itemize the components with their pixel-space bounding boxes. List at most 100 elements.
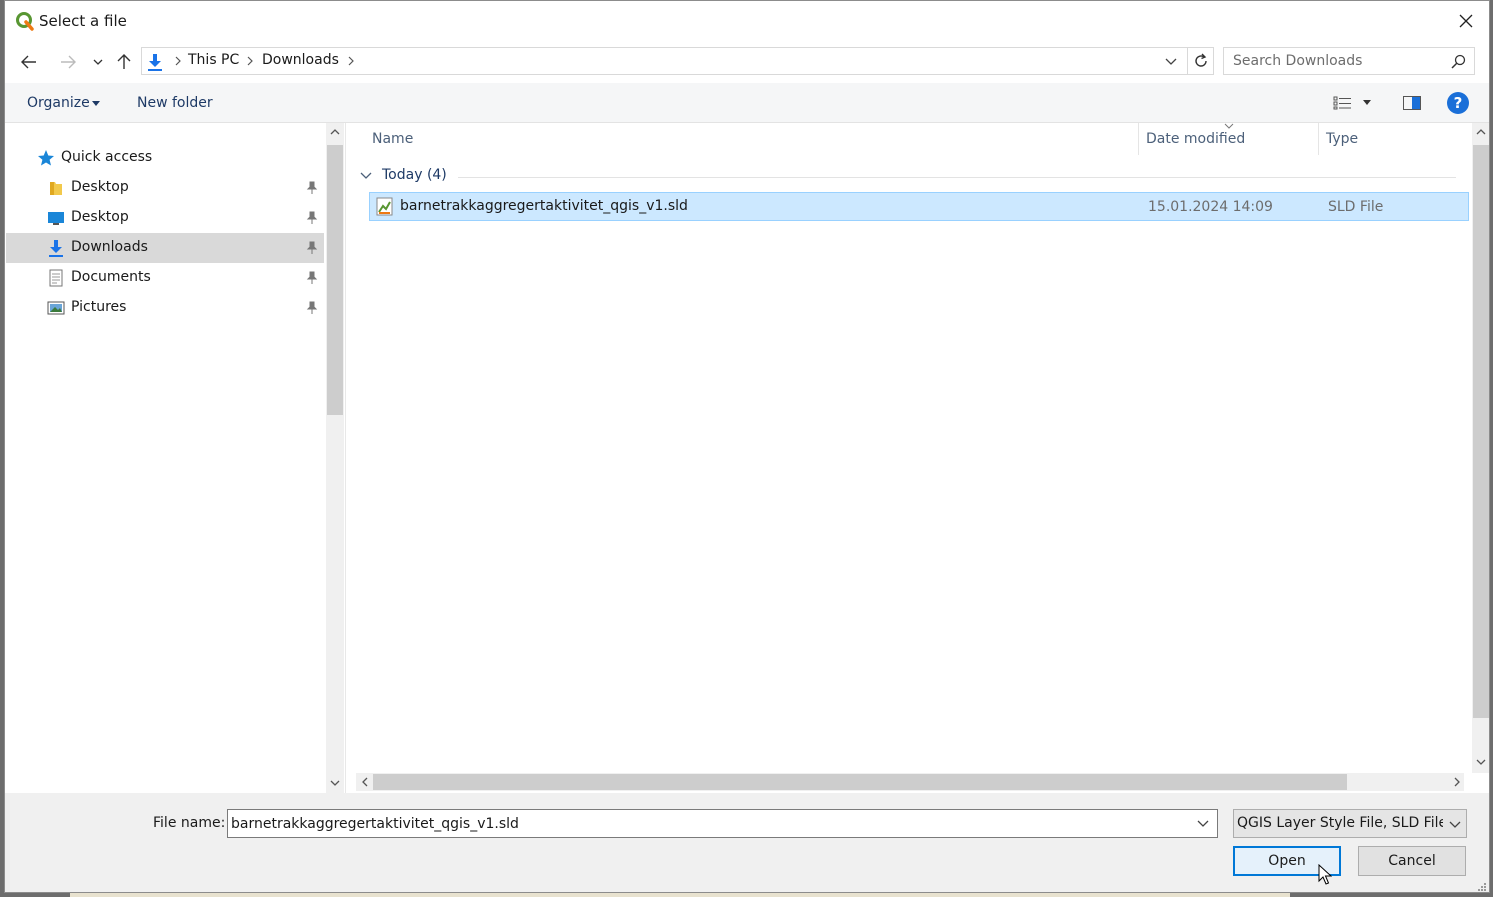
- navigation-bar: This PC Downloads Search Downloads: [5, 41, 1489, 83]
- up-arrow-icon: [117, 54, 131, 69]
- file-list-vertical-scrollbar[interactable]: [1472, 123, 1489, 773]
- chevron-down-icon: [1165, 58, 1177, 65]
- forward-button[interactable]: [57, 51, 79, 73]
- sidebar-item-label: Desktop: [71, 179, 129, 195]
- preview-pane-button[interactable]: [1403, 92, 1421, 114]
- search-placeholder: Search Downloads: [1233, 53, 1363, 69]
- recent-locations-button[interactable]: [87, 51, 109, 73]
- chevron-left-icon: [361, 777, 367, 786]
- file-name-input[interactable]: [227, 809, 1218, 838]
- scroll-up-button[interactable]: [1472, 123, 1489, 140]
- column-header-name[interactable]: Name: [372, 131, 413, 147]
- pin-icon[interactable]: [306, 301, 318, 315]
- scroll-right-button[interactable]: [1448, 773, 1465, 790]
- group-header-today[interactable]: Today (4): [356, 167, 1456, 187]
- list-view-icon: [1333, 96, 1351, 110]
- up-button[interactable]: [113, 51, 135, 73]
- sidebar-item-desktop[interactable]: Desktop: [6, 203, 324, 233]
- close-button[interactable]: [1443, 1, 1489, 41]
- breadcrumb-chevron-icon: [247, 56, 253, 66]
- scroll-up-button[interactable]: [326, 123, 343, 140]
- scroll-thumb[interactable]: [327, 145, 343, 415]
- back-arrow-icon: [21, 55, 36, 69]
- sidebar-item-quick-access[interactable]: Quick access: [6, 143, 324, 173]
- file-name-dropdown-button[interactable]: [1195, 815, 1211, 831]
- command-bar: Organize New folder ?: [5, 83, 1489, 123]
- sidebar-scrollbar[interactable]: [326, 123, 344, 793]
- file-date-cell: 15.01.2024 14:09: [1148, 199, 1273, 215]
- chevron-down-icon: [1197, 820, 1209, 827]
- address-bar[interactable]: This PC Downloads: [141, 47, 1214, 75]
- cancel-button[interactable]: Cancel: [1358, 846, 1466, 876]
- sidebar-item-pictures[interactable]: Pictures: [6, 293, 324, 323]
- breadcrumb-this-pc[interactable]: This PC: [188, 52, 239, 68]
- sidebar-item-label: Downloads: [71, 239, 148, 255]
- resize-grip-icon[interactable]: [1477, 882, 1487, 892]
- dialog-footer: File name: QGIS Layer Style File, SLD Fi…: [5, 793, 1489, 892]
- desktop-icon: [48, 212, 64, 225]
- refresh-button[interactable]: [1187, 48, 1213, 74]
- sld-file-icon: [376, 197, 393, 216]
- sidebar-item-desktop-folder[interactable]: Desktop: [6, 173, 324, 203]
- pictures-icon: [47, 301, 65, 315]
- breadcrumb-chevron-icon: [175, 56, 181, 66]
- download-icon: [148, 54, 162, 71]
- scroll-down-button[interactable]: [1472, 753, 1489, 770]
- column-divider[interactable]: [1138, 123, 1139, 155]
- file-type-cell: SLD File: [1328, 199, 1384, 215]
- folder-icon: [50, 182, 62, 195]
- document-icon: [49, 269, 63, 287]
- back-button[interactable]: [18, 51, 40, 73]
- scroll-thumb[interactable]: [1473, 145, 1489, 718]
- file-list-pane: Name Date modified Type Today (4) barnet…: [345, 123, 1489, 793]
- file-dialog: Select a file This PC Downloads Search D…: [4, 0, 1490, 893]
- qgis-icon: [16, 12, 34, 31]
- help-icon[interactable]: ?: [1447, 92, 1469, 114]
- caret-down-icon: [1363, 100, 1371, 105]
- breadcrumb-downloads[interactable]: Downloads: [262, 52, 339, 68]
- chevron-down-icon: [1476, 759, 1485, 765]
- file-name-cell: barnetrakkaggregertaktivitet_qgis_v1.sld: [400, 198, 688, 214]
- sidebar-item-label: Documents: [71, 269, 151, 285]
- forward-arrow-icon: [61, 55, 76, 69]
- pin-icon[interactable]: [306, 181, 318, 195]
- column-header-type[interactable]: Type: [1326, 131, 1358, 147]
- refresh-icon: [1194, 53, 1207, 67]
- star-icon: [38, 150, 54, 166]
- organize-button[interactable]: Organize: [27, 95, 90, 111]
- sidebar-item-label: Pictures: [71, 299, 127, 315]
- new-folder-button[interactable]: New folder: [137, 95, 213, 111]
- column-header-date[interactable]: Date modified: [1146, 131, 1245, 147]
- scroll-thumb[interactable]: [373, 774, 1347, 790]
- change-view-button[interactable]: [1333, 92, 1371, 114]
- file-type-filter-value: QGIS Layer Style File, SLD File (*: [1237, 815, 1443, 831]
- column-divider[interactable]: [1318, 123, 1319, 155]
- caret-down-icon: [92, 101, 100, 106]
- sort-indicator-icon: [1224, 123, 1234, 129]
- table-row[interactable]: barnetrakkaggregertaktivitet_qgis_v1.sld…: [369, 192, 1469, 221]
- scroll-down-button[interactable]: [326, 774, 343, 791]
- title-bar: Select a file: [5, 1, 1489, 41]
- pin-icon[interactable]: [306, 211, 318, 225]
- navigation-pane: Quick access Desktop Desktop Downloads D…: [5, 123, 345, 793]
- pin-icon[interactable]: [306, 241, 318, 255]
- close-icon: [1459, 14, 1473, 28]
- address-dropdown-button[interactable]: [1159, 48, 1183, 74]
- mouse-cursor-icon: [1318, 864, 1332, 885]
- sidebar-item-downloads[interactable]: Downloads: [6, 233, 324, 263]
- chevron-down-icon: [1449, 821, 1461, 828]
- preview-pane-icon: [1403, 96, 1421, 110]
- group-label: Today (4): [382, 167, 447, 183]
- search-box[interactable]: Search Downloads: [1223, 47, 1475, 75]
- file-type-filter[interactable]: QGIS Layer Style File, SLD File (*: [1233, 809, 1467, 838]
- chevron-down-icon: [360, 172, 372, 179]
- search-icon: [1451, 54, 1466, 69]
- breadcrumb-chevron-icon: [348, 56, 354, 66]
- pin-icon[interactable]: [306, 271, 318, 285]
- download-icon: [49, 240, 63, 257]
- chevron-right-icon: [1454, 777, 1460, 786]
- scroll-left-button[interactable]: [356, 773, 373, 790]
- file-name-label: File name:: [153, 815, 226, 831]
- sidebar-item-documents[interactable]: Documents: [6, 263, 324, 293]
- file-list-horizontal-scrollbar[interactable]: [356, 773, 1464, 791]
